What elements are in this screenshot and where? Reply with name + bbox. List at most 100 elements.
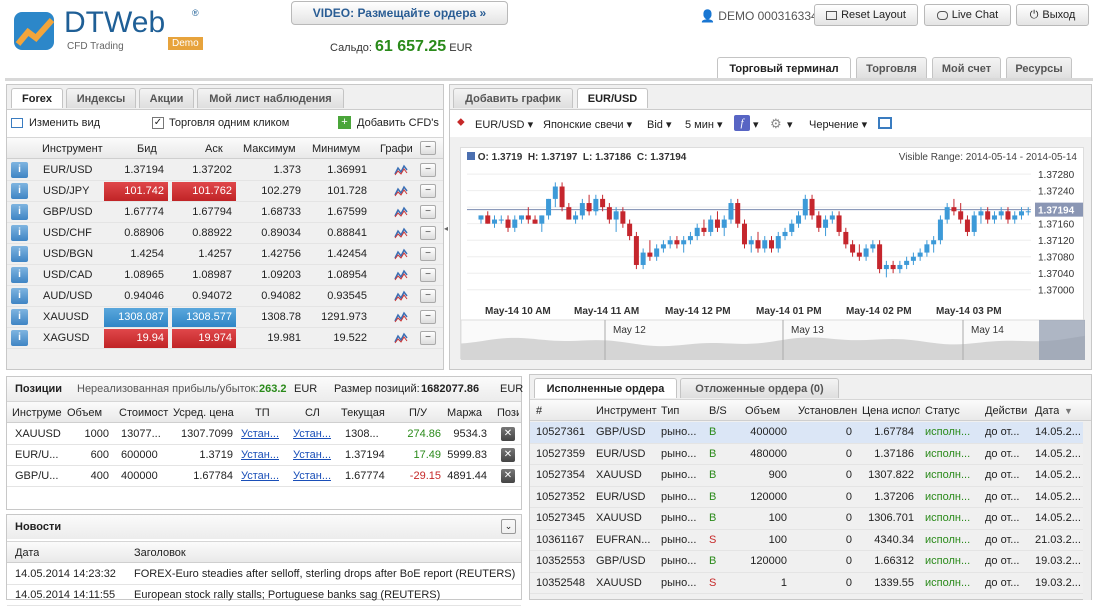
- bid-price[interactable]: 1.08965: [104, 269, 168, 281]
- col-low[interactable]: Минимум: [312, 143, 360, 155]
- collapse-news-icon[interactable]: ⌄: [501, 519, 516, 534]
- order-row[interactable]: 10527345 XAUUSD рыно... B 100 0 1306.701…: [530, 508, 1083, 530]
- one-click-checkbox[interactable]: ✓: [152, 117, 164, 129]
- interval-select[interactable]: 5 мин ▾: [685, 118, 723, 131]
- indicator-dropdown-icon[interactable]: ▾: [753, 118, 759, 131]
- info-icon[interactable]: i: [11, 204, 28, 220]
- set-tp-link[interactable]: Устан...: [241, 449, 279, 461]
- set-tp-link[interactable]: Устан...: [241, 470, 279, 482]
- news-row[interactable]: 14.05.2014 14:11:55 European stock rally…: [7, 585, 521, 606]
- tab-executed-orders[interactable]: Исполненные ордера: [534, 378, 677, 398]
- news-headline[interactable]: FOREX-Euro steadies after selloff, sterl…: [134, 568, 519, 580]
- remove-row-button[interactable]: −: [420, 184, 436, 198]
- ask-price[interactable]: 101.762: [172, 182, 236, 201]
- position-row[interactable]: EUR/U... 600 600000 1.3719 Устан... Уста…: [7, 445, 521, 466]
- mini-chart-icon[interactable]: [394, 269, 408, 281]
- remove-row-button[interactable]: −: [420, 331, 436, 345]
- ask-price[interactable]: 1.67794: [172, 206, 236, 218]
- tab-forex[interactable]: Forex: [11, 88, 63, 108]
- quote-row[interactable]: i USD/BGN 1.4254 1.4257 1.42756 1.42454 …: [7, 244, 443, 265]
- indicator-icon[interactable]: f: [734, 115, 750, 131]
- ask-price[interactable]: 0.94072: [172, 290, 236, 302]
- sort-desc-icon[interactable]: ▼: [1064, 406, 1073, 416]
- tab-my-account[interactable]: Мой счет: [932, 57, 1001, 79]
- close-position-icon[interactable]: ✕: [501, 427, 515, 441]
- navigator-window[interactable]: [1039, 320, 1085, 360]
- col-instrument[interactable]: Инструмент: [42, 143, 103, 155]
- info-icon[interactable]: i: [11, 309, 28, 325]
- info-icon[interactable]: i: [11, 267, 28, 283]
- info-icon[interactable]: i: [11, 183, 28, 199]
- close-position-icon[interactable]: ✕: [501, 448, 515, 462]
- live-chat-button[interactable]: Live Chat: [924, 4, 1011, 26]
- col-bid[interactable]: Бид: [137, 143, 157, 155]
- settings-icon[interactable]: ⚙: [770, 116, 782, 132]
- tab-add-chart[interactable]: Добавить график: [453, 88, 573, 108]
- quote-row[interactable]: i EUR/USD 1.37194 1.37202 1.373 1.36991 …: [7, 160, 443, 181]
- settings-dropdown-icon[interactable]: ▾: [787, 118, 793, 131]
- info-icon[interactable]: i: [11, 288, 28, 304]
- bid-price[interactable]: 0.94046: [104, 290, 168, 302]
- price-select[interactable]: Bid ▾: [647, 118, 671, 131]
- info-icon[interactable]: i: [11, 246, 28, 262]
- ask-price[interactable]: 1.4257: [172, 248, 236, 260]
- tab-resources[interactable]: Ресурсы: [1006, 57, 1072, 79]
- order-row[interactable]: 10527359 EUR/USD рыно... B 480000 0 1.37…: [530, 444, 1083, 465]
- ask-price[interactable]: 1308.577: [172, 308, 236, 327]
- ask-price[interactable]: 0.88922: [172, 227, 236, 239]
- tab-trading[interactable]: Торговля: [856, 57, 927, 79]
- quote-row[interactable]: i XAGUSD 19.94 19.974 19.981 19.522 −: [7, 328, 443, 349]
- drawing-select[interactable]: Черчение ▾: [809, 118, 867, 131]
- set-sl-link[interactable]: Устан...: [293, 428, 331, 440]
- quote-row[interactable]: i USD/CAD 1.08965 1.08987 1.09203 1.0895…: [7, 265, 443, 286]
- order-row[interactable]: 10527354 XAUUSD рыно... B 900 0 1307.822…: [530, 465, 1083, 487]
- tab-indices[interactable]: Индексы: [66, 88, 136, 108]
- tab-trading-terminal[interactable]: Торговый терминал: [717, 57, 851, 79]
- ask-price[interactable]: 1.37202: [172, 164, 236, 176]
- order-row[interactable]: 10352553 GBP/USD рыно... B 120000 0 1.66…: [530, 551, 1083, 573]
- edit-view-link[interactable]: Изменить вид: [29, 117, 100, 129]
- tab-watchlist[interactable]: Мой лист наблюдения: [197, 88, 344, 108]
- news-row[interactable]: 14.05.2014 14:23:32 FOREX-Euro steadies …: [7, 564, 521, 585]
- col-high[interactable]: Максимум: [243, 143, 296, 155]
- window-icon[interactable]: [878, 117, 892, 129]
- info-icon[interactable]: i: [11, 330, 28, 346]
- bid-price[interactable]: 0.88906: [104, 227, 168, 239]
- bid-price[interactable]: 101.742: [104, 182, 168, 201]
- position-row[interactable]: GBP/U... 400 400000 1.67784 Устан... Уст…: [7, 466, 521, 487]
- mini-chart-icon[interactable]: [394, 248, 408, 260]
- order-row[interactable]: 10361167 EUFRAN... рыно... S 100 0 4340.…: [530, 530, 1083, 551]
- col-chart[interactable]: Графи: [380, 143, 412, 155]
- bid-price[interactable]: 1.4254: [104, 248, 168, 260]
- set-tp-link[interactable]: Устан...: [241, 428, 279, 440]
- quote-row[interactable]: i AUD/USD 0.94046 0.94072 0.94082 0.9354…: [7, 286, 443, 307]
- position-row[interactable]: XAUUSD 1000 13077... 1307.7099 Устан... …: [7, 424, 521, 445]
- mini-chart-icon[interactable]: [394, 185, 408, 197]
- add-cfd-icon[interactable]: +: [338, 116, 351, 129]
- edit-view-icon[interactable]: [11, 118, 23, 128]
- remove-row-button[interactable]: −: [420, 247, 436, 261]
- bid-price[interactable]: 19.94: [104, 329, 168, 348]
- symbol-select[interactable]: EUR/USD ▾: [475, 118, 533, 131]
- remove-row-button[interactable]: −: [420, 289, 436, 303]
- collapse-all-button[interactable]: −: [420, 141, 436, 155]
- tab-stocks[interactable]: Акции: [139, 88, 194, 108]
- mini-chart-icon[interactable]: [394, 206, 408, 218]
- remove-row-button[interactable]: −: [420, 310, 436, 324]
- col-ask[interactable]: Аск: [205, 143, 223, 155]
- remove-row-button[interactable]: −: [420, 226, 436, 240]
- order-row[interactable]: 10527352 EUR/USD рыно... B 120000 0 1.37…: [530, 487, 1083, 508]
- tab-pending-orders[interactable]: Отложенные ордера (0): [680, 378, 839, 398]
- add-cfd-link[interactable]: Добавить CFD's: [357, 117, 439, 129]
- quote-row[interactable]: i XAUUSD 1308.087 1308.577 1308.78 1291.…: [7, 307, 443, 328]
- set-sl-link[interactable]: Устан...: [293, 449, 331, 461]
- remove-row-button[interactable]: −: [420, 163, 436, 177]
- order-row[interactable]: 10527361 GBP/USD рыно... B 400000 0 1.67…: [530, 422, 1083, 444]
- set-sl-link[interactable]: Устан...: [293, 470, 331, 482]
- chart-area[interactable]: 1.372801.372401.372001.371601.371201.370…: [460, 147, 1085, 360]
- logout-button[interactable]: ⏻ Выход: [1016, 4, 1089, 26]
- mini-chart-icon[interactable]: [394, 164, 408, 176]
- close-position-icon[interactable]: ✕: [501, 469, 515, 483]
- quote-row[interactable]: i GBP/USD 1.67774 1.67794 1.68733 1.6759…: [7, 202, 443, 223]
- info-icon[interactable]: i: [11, 225, 28, 241]
